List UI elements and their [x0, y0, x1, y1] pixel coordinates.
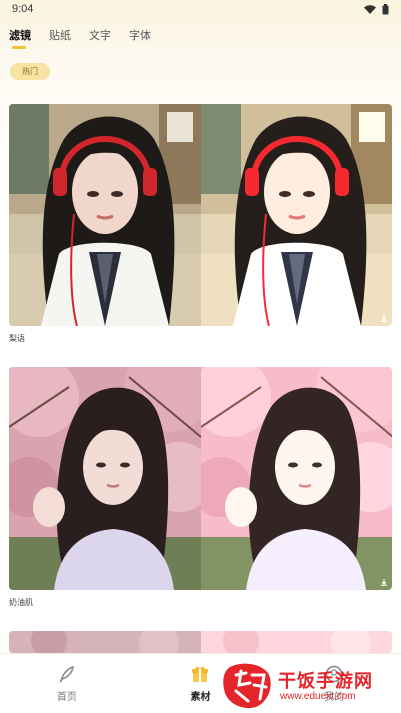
feather-icon [59, 665, 74, 683]
after-image [200, 631, 392, 653]
filter-card-2[interactable] [9, 367, 392, 590]
wifi-icon [364, 4, 376, 14]
status-bar: 9:04 [0, 0, 401, 18]
before-image [9, 104, 201, 326]
download-icon[interactable] [380, 314, 388, 322]
nav-home-label: 首页 [56, 692, 77, 703]
download-icon[interactable] [380, 578, 388, 586]
gift-icon [192, 666, 209, 682]
watermark-logo [223, 663, 271, 709]
watermark-text: 干饭手游网 [278, 671, 373, 691]
watermark: 干饭手游网 www.eduext.com [222, 661, 394, 709]
filter-card-3[interactable] [9, 631, 392, 653]
filter-name-2: 奶油肌 [9, 598, 33, 607]
watermark-url: www.eduext.com [280, 691, 356, 702]
filter-card-1[interactable] [9, 104, 392, 326]
status-icons [364, 3, 389, 15]
before-image [9, 367, 201, 590]
popular-chip[interactable]: 热门 [10, 63, 50, 80]
before-image [9, 631, 201, 653]
nav-home[interactable]: 首页 [27, 664, 107, 703]
tab-font[interactable]: 字体 [129, 27, 151, 49]
tab-sticker[interactable]: 贴纸 [49, 27, 71, 49]
nav-materials-label: 素材 [190, 692, 211, 703]
filter-name-1: 梨语 [9, 334, 25, 343]
status-time: 9:04 [12, 3, 34, 15]
category-tabs: 滤镜 贴纸 文字 字体 [9, 27, 151, 49]
after-image [200, 104, 392, 326]
tab-text[interactable]: 文字 [89, 27, 111, 49]
battery-icon [382, 3, 389, 14]
tab-filter[interactable]: 滤镜 [9, 27, 31, 49]
after-image [200, 367, 392, 590]
